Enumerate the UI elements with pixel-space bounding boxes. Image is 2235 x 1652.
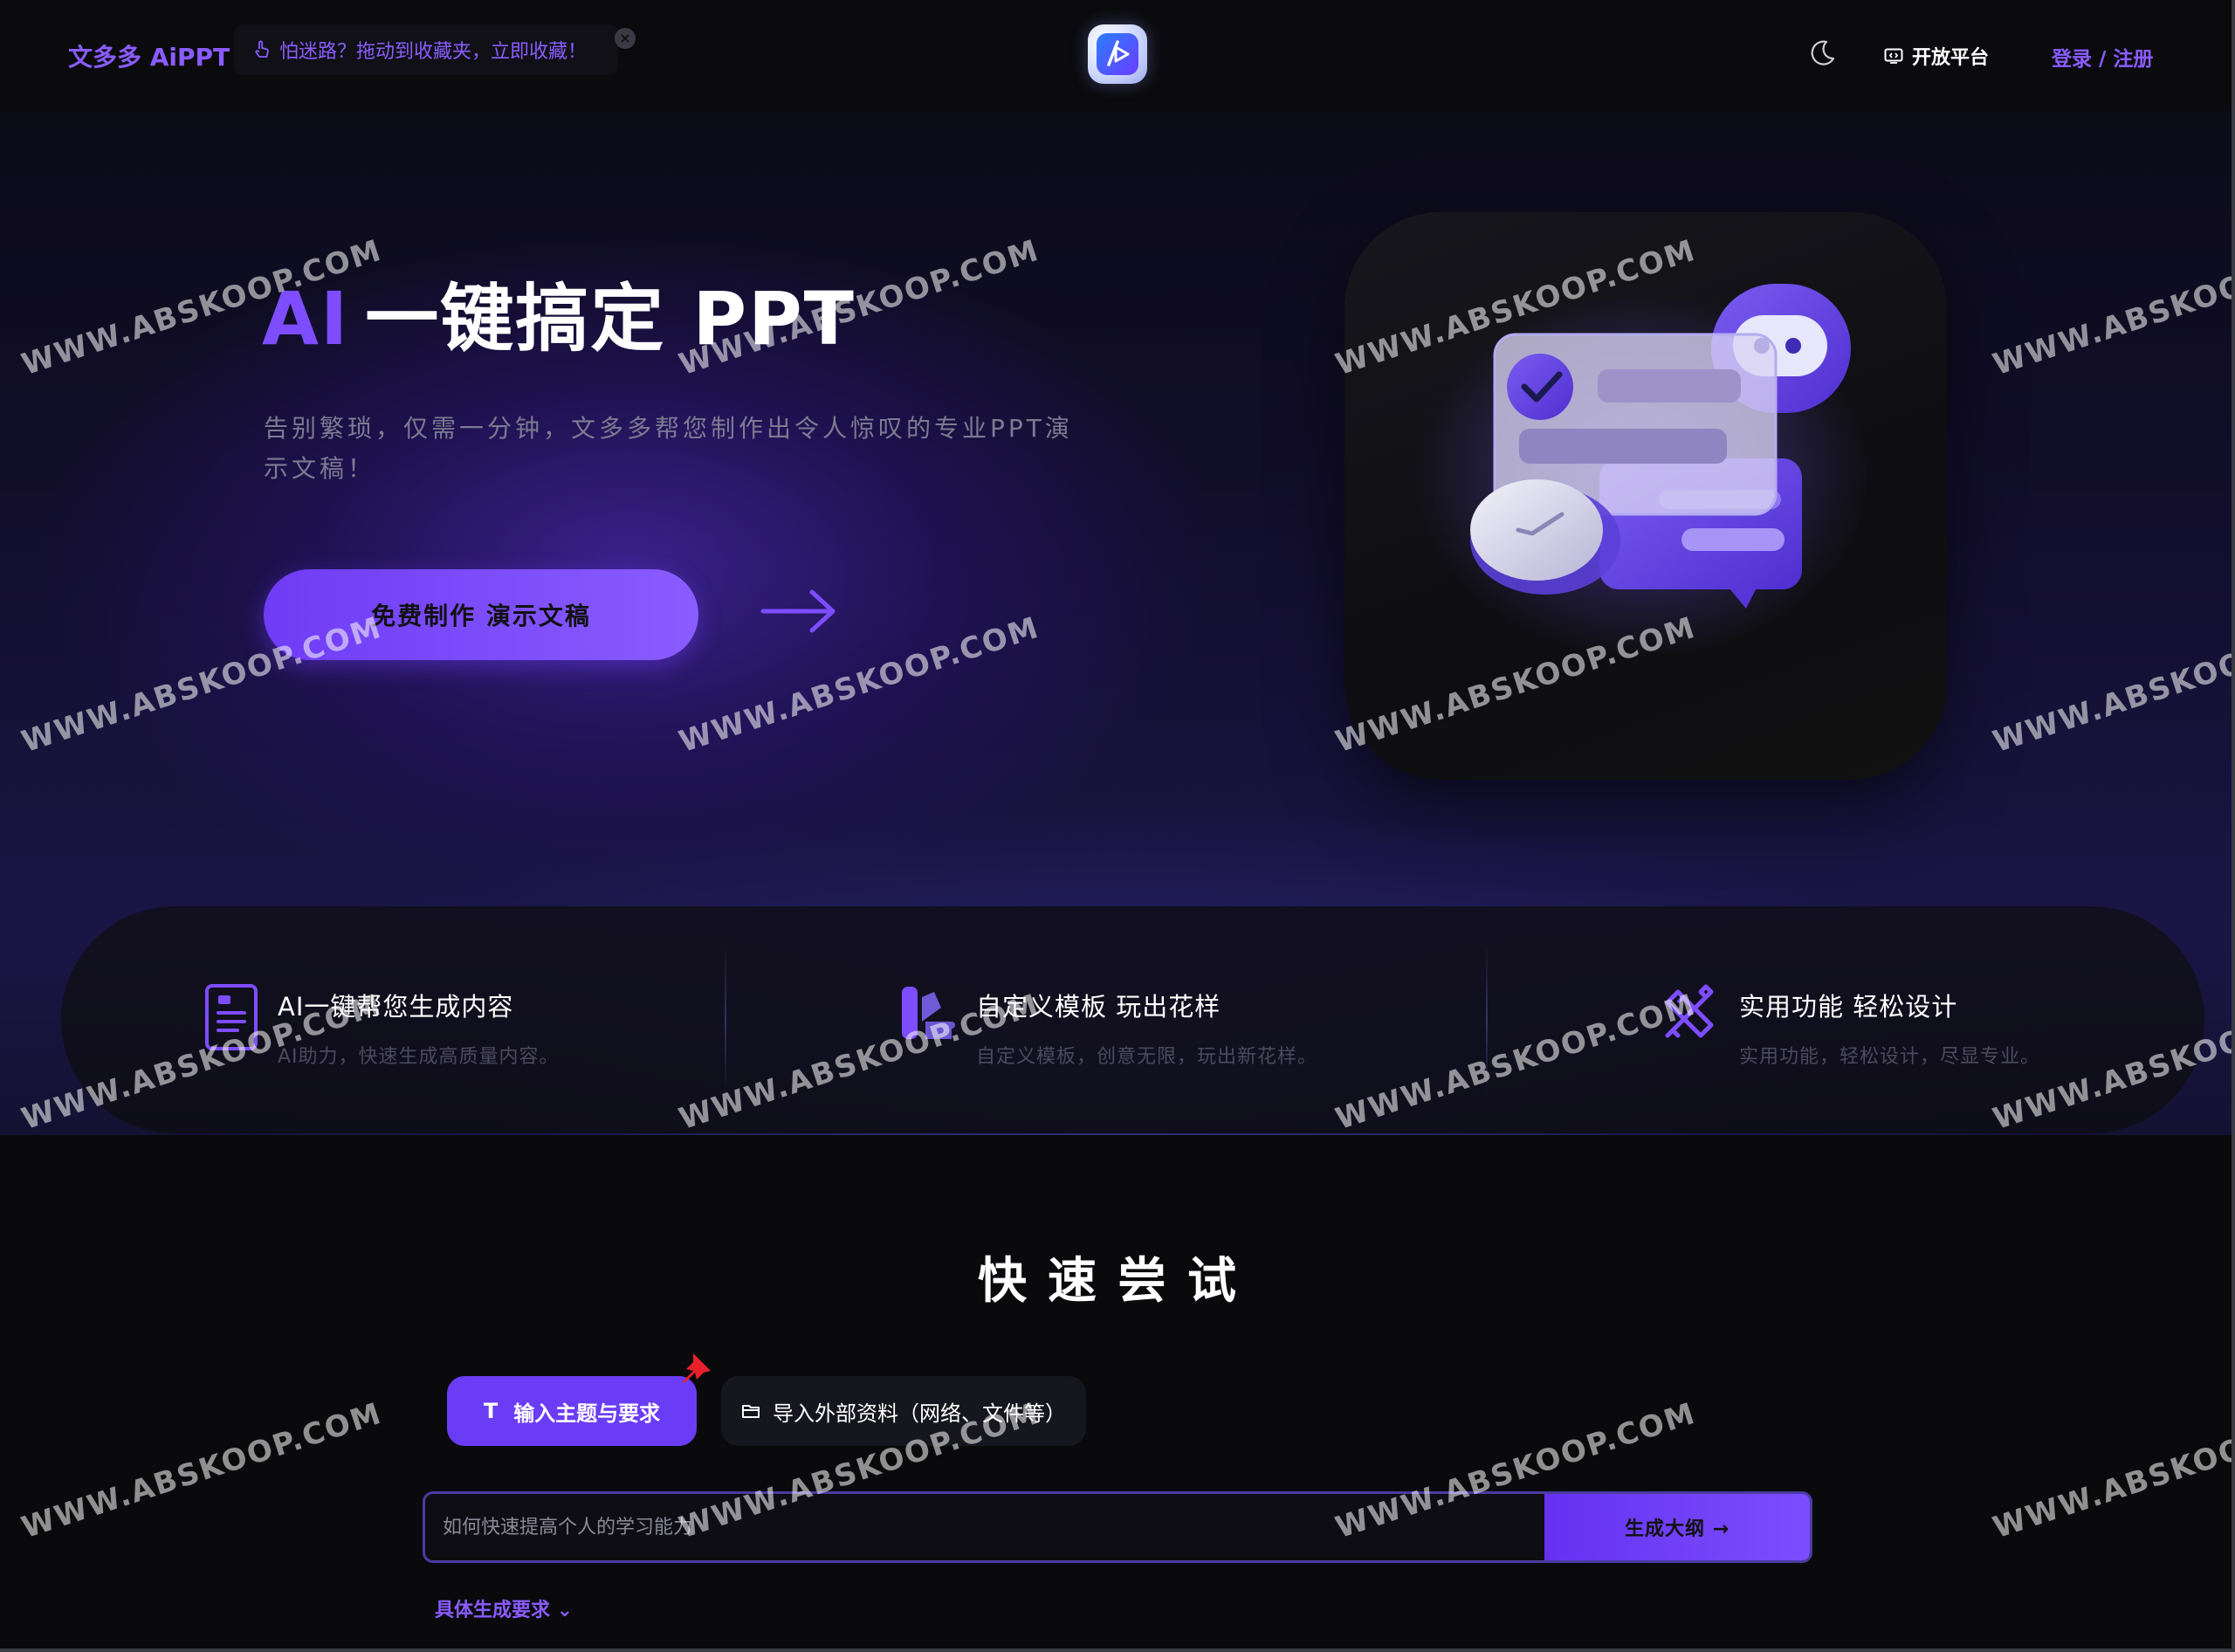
feature-desc: 实用功能，轻松设计，尽显专业。 xyxy=(1739,1046,2041,1068)
app-logo[interactable] xyxy=(1088,24,1147,84)
top-navbar: 文多多 AiPPT 怕迷路？拖动到收藏夹，立即收藏！ × 开放平台 登录 / 注… xyxy=(0,0,2235,112)
window-border-bottom xyxy=(0,1649,2235,1652)
folder-icon xyxy=(742,1405,760,1418)
dark-mode-moon-icon[interactable] xyxy=(1807,38,1837,68)
arrow-right-icon[interactable] xyxy=(760,583,838,639)
tab-topic-input[interactable]: T 输入主题与要求 xyxy=(447,1376,697,1446)
bookmark-tip[interactable]: 怕迷路？拖动到收藏夹，立即收藏！ xyxy=(234,24,619,75)
hero-subtitle: 告别繁琐，仅需一分钟，文多多帮您制作出令人惊叹的专业PPT演示文稿！ xyxy=(264,414,1073,483)
feature-divider xyxy=(725,946,726,1094)
feature-desc: AI助力，快速生成高质量内容。 xyxy=(278,1046,560,1068)
feature-item: 实用功能 轻松设计 实用功能，轻松设计，尽显专业。 xyxy=(1659,983,2040,1069)
watermark: WWW.ABSKOOP.COM xyxy=(17,1395,387,1546)
open-platform-label: 开放平台 xyxy=(1912,47,1990,69)
feature-desc: 自定义模板，创意无限，玩出新花样。 xyxy=(976,1046,1318,1068)
window-border-right xyxy=(2232,0,2235,1652)
generate-outline-button[interactable]: 生成大纲 → xyxy=(1544,1494,1810,1560)
login-register-link[interactable]: 登录 / 注册 xyxy=(2052,42,2153,72)
brand-logo-text[interactable]: 文多多 AiPPT xyxy=(68,38,230,73)
feature-title: 实用功能 轻松设计 xyxy=(1739,992,1958,1022)
specific-requirements-toggle[interactable]: 具体生成要求 ⌄ xyxy=(435,1594,573,1622)
open-platform-link[interactable]: 开放平台 xyxy=(1884,42,1989,70)
quick-try-title: 快速尝试 xyxy=(978,1253,1257,1310)
tab-topic-label: 输入主题与要求 xyxy=(513,1401,661,1426)
pin-icon xyxy=(683,1353,711,1383)
watermark: WWW.ABSKOOP.COM xyxy=(1989,1395,2235,1546)
topic-input-box: 生成大纲 → xyxy=(423,1491,1812,1563)
bookmark-tip-text: 怕迷路？拖动到收藏夹，立即收藏！ xyxy=(279,41,588,63)
close-tip-icon[interactable]: × xyxy=(615,28,636,49)
text-t-icon: T xyxy=(483,1399,499,1423)
platform-icon xyxy=(1884,48,1903,64)
hand-pointer-icon xyxy=(255,40,269,58)
